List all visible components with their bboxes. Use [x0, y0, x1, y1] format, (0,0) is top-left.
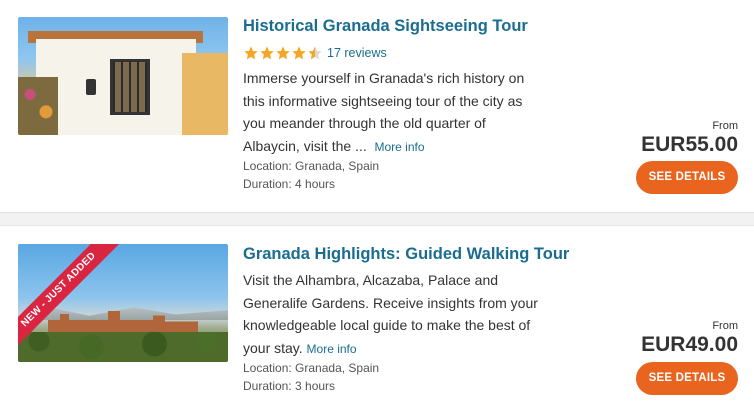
see-details-button[interactable]: SEE DETAILS	[636, 161, 738, 194]
tour-meta: Location: Granada, Spain Duration: 4 hou…	[243, 157, 379, 193]
star-full-icon	[244, 46, 258, 60]
tour-title-link[interactable]: Granada Highlights: Guided Walking Tour	[243, 245, 569, 264]
reviews-link[interactable]: 17 reviews	[327, 46, 387, 60]
price-value: EUR55.00	[641, 133, 738, 156]
location-text: Location: Granada, Spain	[243, 361, 380, 375]
star-full-icon	[292, 46, 306, 60]
new-badge-label: NEW - JUST ADDED	[18, 244, 120, 351]
tour-meta: Location: Granada, Spain Duration: 3 hou…	[243, 359, 379, 395]
location-text: Location: Granada, Spain	[243, 159, 380, 173]
price-from-label: From	[712, 320, 738, 332]
star-rating	[243, 45, 323, 61]
new-badge-ribbon: NEW - JUST ADDED	[18, 244, 136, 362]
star-full-icon	[276, 46, 290, 60]
more-info-link[interactable]: More info	[307, 342, 357, 356]
see-details-button[interactable]: SEE DETAILS	[636, 362, 738, 395]
star-full-icon	[260, 46, 274, 60]
price-value: EUR49.00	[641, 333, 738, 356]
tour-listing: Historical Granada Sightseeing Tour 17 r…	[0, 0, 754, 212]
tour-description: Immerse yourself in Granada's rich histo…	[243, 67, 543, 158]
tour-listing: NEW - JUST ADDED Granada Highlights: Gui…	[0, 226, 754, 413]
description-text: Visit the Alhambra, Alcazaba, Palace and…	[243, 272, 538, 356]
tour-title-link[interactable]: Historical Granada Sightseeing Tour	[243, 17, 528, 36]
duration-text: Duration: 3 hours	[243, 379, 336, 393]
star-half-icon	[308, 46, 322, 60]
price-from-label: From	[712, 120, 738, 132]
rating: 17 reviews	[243, 45, 387, 61]
duration-text: Duration: 4 hours	[243, 177, 336, 191]
more-info-link[interactable]: More info	[375, 140, 425, 154]
tour-thumbnail[interactable]: NEW - JUST ADDED	[18, 244, 228, 362]
listing-divider	[0, 212, 754, 226]
tour-description: Visit the Alhambra, Alcazaba, Palace and…	[243, 269, 543, 360]
tour-thumbnail[interactable]	[18, 17, 228, 135]
granada-house-photo	[18, 17, 228, 135]
